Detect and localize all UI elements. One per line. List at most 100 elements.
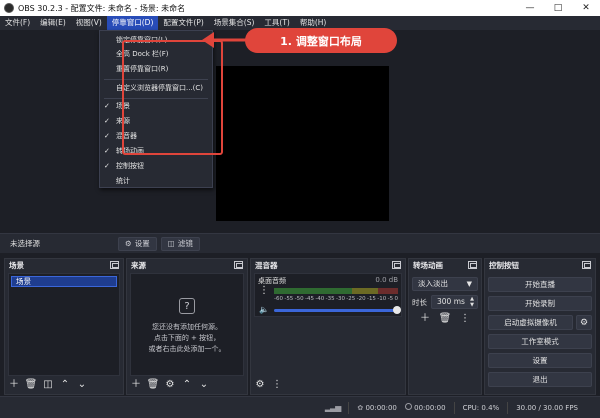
trash-icon[interactable]: 🗑 [25, 379, 38, 391]
gears-icon[interactable]: ⚙ [254, 379, 266, 391]
transition-selected: 淡入淡出 [418, 279, 448, 288]
window-controls: — □ ✕ [516, 0, 600, 16]
duration-input[interactable]: 300 ms ▲ ▼ [431, 295, 478, 309]
record-status: 00:00:00 [404, 403, 446, 412]
transitions-dock-title: 转场动画 [413, 260, 443, 270]
filter-icon: ◫ [167, 239, 175, 248]
add-icon[interactable]: ＋ [419, 313, 431, 325]
stream-time: 00:00:00 [365, 403, 397, 412]
menu-item-controls[interactable]: ✓ 控制按钮 [100, 159, 212, 173]
transition-select[interactable]: 淡入淡出 ▼ [412, 277, 478, 291]
controls-dock-header: 控制按钮 [485, 259, 595, 271]
filter-icon[interactable]: ◫ [42, 379, 54, 391]
virtual-camera-button[interactable]: 启动虚拟摄像机 [488, 315, 573, 330]
track-db: 0.0 dB [375, 276, 398, 284]
menu-file[interactable]: 文件(F) [0, 16, 35, 30]
move-up-icon[interactable]: ⌃ [59, 379, 71, 391]
gear-icon: ⚙ [125, 239, 132, 248]
menu-docks[interactable]: 停靠窗口(D) [106, 16, 159, 30]
signal-icon: ▂▃▅ [324, 403, 342, 412]
record-icon [404, 403, 412, 410]
add-icon[interactable]: ＋ [130, 379, 142, 391]
empty-line-2: 点击下面的 + 按钮， [153, 334, 221, 342]
undock-icon[interactable] [468, 261, 477, 269]
start-stream-button[interactable]: 开始直播 [488, 277, 592, 292]
transitions-dock-header: 转场动画 [409, 259, 481, 271]
move-down-icon[interactable]: ⌄ [76, 379, 88, 391]
properties-label: 设置 [134, 239, 150, 248]
record-time: 00:00:00 [414, 404, 446, 412]
mixer-toolbar: ⚙ ⋮ [254, 378, 283, 392]
transitions-dock: 转场动画 淡入淡出 ▼ 时长 300 ms ▲ ▼ ＋ 🗑 ⋮ [408, 258, 482, 395]
checkmark-icon: ✓ [104, 162, 110, 170]
scenes-dock: 场景 场景 ＋ 🗑 ◫ ⌃ ⌄ [4, 258, 124, 395]
scene-item[interactable]: 场景 [11, 276, 117, 287]
window-title: OBS 30.2.3 - 配置文件: 未命名 - 场景: 未命名 [18, 3, 186, 13]
cpu-usage: CPU: 0.4% [462, 403, 500, 412]
menu-edit[interactable]: 编辑(E) [35, 16, 71, 30]
mixer-dock: 混音器 桌面音频 0.0 dB ⋮ -60 -55 -50 -45 -40 -3… [250, 258, 406, 395]
menu-view[interactable]: 视图(V) [71, 16, 107, 30]
mixer-track: 桌面音频 0.0 dB ⋮ -60 -55 -50 -45 -40 -35 -3… [254, 273, 402, 317]
speaker-icon[interactable]: 🔈 [258, 304, 270, 316]
studio-mode-button[interactable]: 工作室模式 [488, 334, 592, 349]
maximize-icon[interactable]: □ [544, 0, 572, 16]
stream-status: ✿ 00:00:00 [357, 404, 397, 412]
gear-icon[interactable]: ⚙ [164, 379, 176, 391]
trash-icon[interactable]: 🗑 [147, 379, 160, 391]
undock-icon[interactable] [234, 261, 243, 269]
minimize-icon[interactable]: — [516, 0, 544, 16]
status-bar: ▂▃▅ ✿ 00:00:00 00:00:00 CPU: 0.4% 30.00 … [0, 396, 600, 418]
more-options-icon[interactable]: ⋮ [258, 285, 270, 297]
properties-button[interactable]: ⚙ 设置 [118, 236, 157, 251]
menu-item-stats[interactable]: 统计 [100, 174, 212, 188]
filters-label: 滤镜 [177, 239, 193, 248]
duration-value: 300 ms [437, 297, 465, 306]
empty-line-1: 您还没有添加任何源。 [152, 323, 222, 331]
meter-scale: -60 -55 -50 -45 -40 -35 -30 -25 -20 -15 … [274, 296, 398, 302]
move-up-icon[interactable]: ⌃ [181, 379, 193, 391]
preview-area [0, 30, 600, 230]
gear-icon[interactable]: ⚙ [576, 315, 592, 330]
context-bar: 未选择源 ⚙ 设置 ◫ 滤镜 [0, 233, 600, 253]
chevron-down-icon: ▼ [466, 280, 472, 288]
obs-logo-icon [4, 3, 14, 13]
add-icon[interactable]: ＋ [8, 379, 20, 391]
scenes-list: 场景 [8, 273, 120, 376]
close-icon[interactable]: ✕ [572, 0, 600, 16]
checkmark-icon: ✓ [104, 102, 110, 110]
checkmark-icon: ✓ [104, 147, 110, 155]
empty-line-3: 或者右击此处添加一个。 [148, 345, 226, 353]
spinner-icon[interactable]: ▲ ▼ [470, 296, 474, 308]
sources-list[interactable]: ? 您还没有添加任何源。 点击下面的 + 按钮， 或者右击此处添加一个。 [130, 273, 244, 376]
sources-dock: 来源 ? 您还没有添加任何源。 点击下面的 + 按钮， 或者右击此处添加一个。 … [126, 258, 248, 395]
question-icon: ? [179, 298, 195, 314]
checkmark-icon: ✓ [104, 117, 110, 125]
filters-button[interactable]: ◫ 滤镜 [160, 236, 200, 251]
more-options-icon[interactable]: ⋮ [271, 379, 283, 391]
preview-canvas[interactable] [216, 66, 389, 221]
volume-slider[interactable] [274, 305, 401, 314]
scenes-dock-header: 场景 [5, 259, 123, 271]
move-down-icon[interactable]: ⌄ [198, 379, 210, 391]
duration-row: 时长 300 ms ▲ ▼ [412, 295, 478, 309]
more-options-icon[interactable]: ⋮ [459, 313, 471, 325]
start-record-button[interactable]: 开始录制 [488, 296, 592, 311]
undock-icon[interactable] [582, 261, 591, 269]
controls-dock-title: 控制按钮 [489, 260, 519, 270]
undock-icon[interactable] [392, 261, 401, 269]
duration-label: 时长 [412, 297, 427, 307]
settings-button[interactable]: 设置 [488, 353, 592, 368]
trash-icon[interactable]: 🗑 [439, 313, 452, 325]
fps-readout: 30.00 / 30.00 FPS [516, 403, 578, 412]
annotation-arrow-icon [202, 32, 246, 48]
controls-dock: 控制按钮 开始直播 开始录制 启动虚拟摄像机 ⚙ 工作室模式 设置 退出 [484, 258, 596, 395]
mixer-dock-title: 混音器 [255, 260, 278, 270]
broadcast-icon: ✿ [357, 403, 364, 412]
annotation-label: 1. 调整窗口布局 [245, 28, 397, 53]
mixer-dock-header: 混音器 [251, 259, 405, 271]
undock-icon[interactable] [110, 261, 119, 269]
exit-button[interactable]: 退出 [488, 372, 592, 387]
sources-empty-state: ? 您还没有添加任何源。 点击下面的 + 按钮， 或者右击此处添加一个。 [131, 298, 243, 355]
transitions-toolbar: ＋ 🗑 ⋮ [409, 313, 481, 325]
